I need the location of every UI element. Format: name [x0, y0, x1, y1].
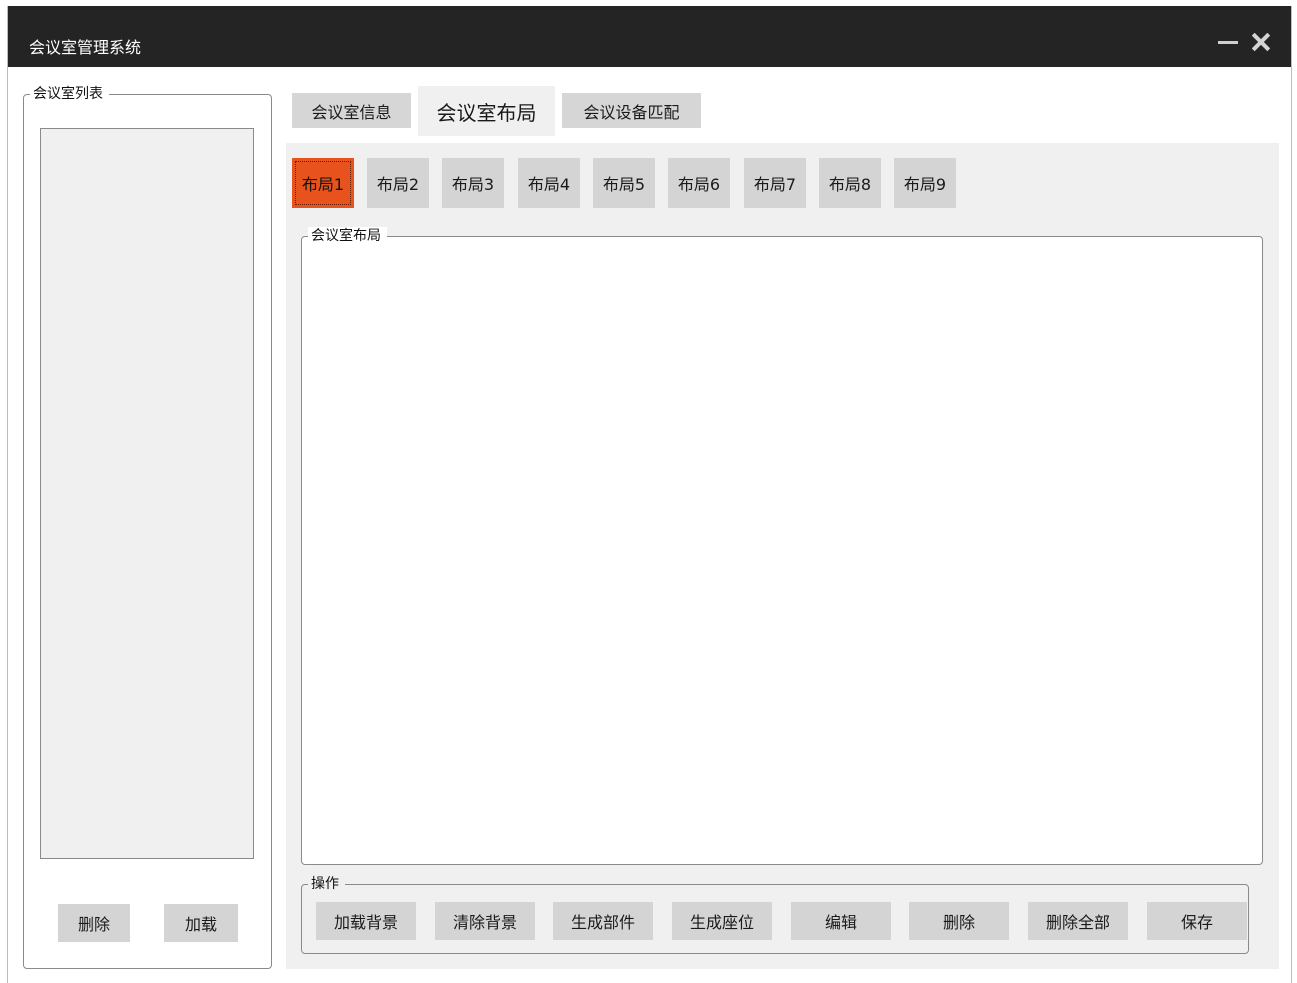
room-list[interactable]	[40, 128, 254, 859]
window-title: 会议室管理系统	[29, 38, 142, 57]
close-icon[interactable]	[1248, 29, 1274, 55]
layout-button-8[interactable]: 布局8	[819, 158, 881, 208]
layout-button-1[interactable]: 布局1	[292, 158, 354, 208]
delete-room-button[interactable]: 删除	[58, 904, 130, 942]
load-background-button[interactable]: 加载背景	[316, 902, 416, 940]
layout-button-7[interactable]: 布局7	[744, 158, 806, 208]
title-bar: 会议室管理系统	[8, 6, 1291, 67]
app-window: 会议室管理系统 会议室列表 删除 加载 会议室信息 会议室布局 会议设备匹配 布…	[7, 6, 1292, 983]
tab-room-layout[interactable]: 会议室布局	[418, 86, 555, 136]
save-button[interactable]: 保存	[1147, 902, 1247, 940]
generate-seats-button[interactable]: 生成座位	[672, 902, 772, 940]
operations-legend: 操作	[308, 875, 345, 893]
tab-room-info[interactable]: 会议室信息	[292, 93, 411, 128]
layout-canvas[interactable]: 会议室布局	[301, 227, 1263, 865]
clear-background-button[interactable]: 清除背景	[435, 902, 535, 940]
layout-button-5[interactable]: 布局5	[593, 158, 655, 208]
layout-button-9[interactable]: 布局9	[894, 158, 956, 208]
layout-canvas-legend: 会议室布局	[308, 227, 387, 245]
delete-button[interactable]: 删除	[909, 902, 1009, 940]
edit-button[interactable]: 编辑	[791, 902, 891, 940]
layout-button-2[interactable]: 布局2	[367, 158, 429, 208]
tab-device-matching[interactable]: 会议设备匹配	[562, 93, 701, 128]
minimize-icon[interactable]	[1218, 41, 1238, 44]
layout-button-3[interactable]: 布局3	[442, 158, 504, 208]
layout-button-6[interactable]: 布局6	[668, 158, 730, 208]
load-room-button[interactable]: 加载	[164, 904, 238, 942]
delete-all-button[interactable]: 删除全部	[1028, 902, 1128, 940]
generate-component-button[interactable]: 生成部件	[553, 902, 653, 940]
layout-button-4[interactable]: 布局4	[518, 158, 580, 208]
room-list-legend: 会议室列表	[30, 85, 109, 103]
